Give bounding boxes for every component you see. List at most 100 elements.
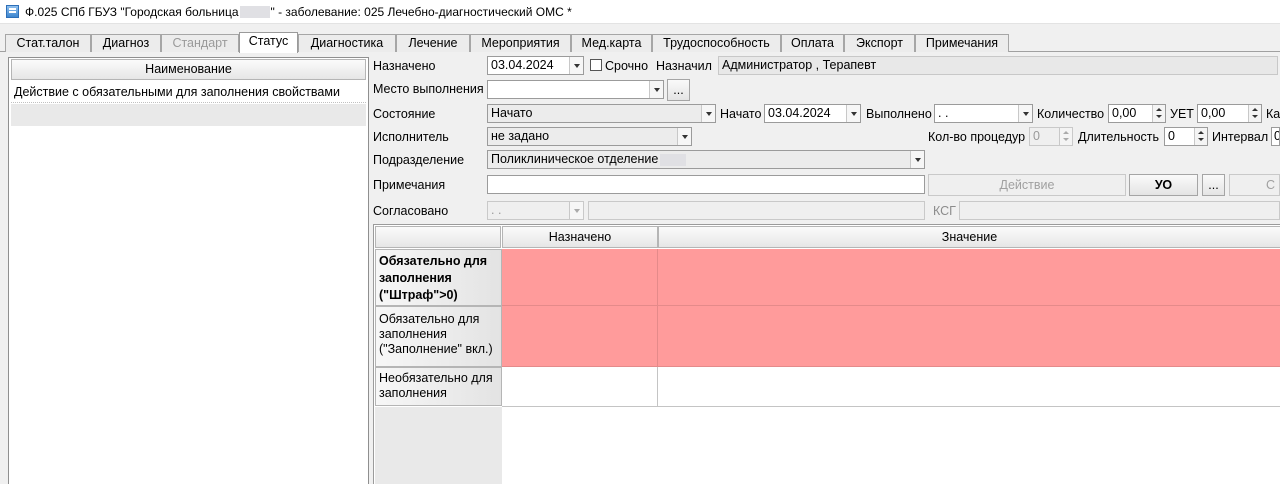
department-select[interactable]: Поликлиническое отделение <box>487 150 925 169</box>
uet-label: УЕТ <box>1170 107 1194 121</box>
started-date-picker[interactable]: 03.04.2024 <box>764 104 861 123</box>
cell-optional-assigned[interactable] <box>502 367 658 407</box>
duration-label: Длительность <box>1078 130 1160 144</box>
column-header-assigned[interactable]: Назначено <box>502 226 658 248</box>
tab-standard[interactable]: Стандарт <box>161 34 239 52</box>
approved-date-value: . . <box>491 203 502 217</box>
chevron-down-icon[interactable] <box>846 105 860 122</box>
cell-required-fill-assigned[interactable] <box>502 306 658 367</box>
started-label: Начато <box>720 107 762 121</box>
department-label: Подразделение <box>373 153 465 167</box>
column-header-value[interactable]: Значение <box>658 226 1280 248</box>
approved-text-field <box>588 201 925 220</box>
chevron-down-icon[interactable] <box>569 57 583 74</box>
tab-stat-talon[interactable]: Стат.талон <box>5 34 91 52</box>
cell-required-penalty-value[interactable] <box>658 249 1280 306</box>
window-title-bar: Ф.025 СПб ГБУЗ "Городская больница " - за… <box>0 0 1280 24</box>
urgent-label: Срочно <box>605 59 649 73</box>
tab-med-card[interactable]: Мед.карта <box>571 34 652 52</box>
chevron-down-icon[interactable] <box>910 151 924 168</box>
redacted-block <box>660 153 687 166</box>
chevron-down-icon[interactable] <box>677 128 691 145</box>
spin-arrows-icon[interactable] <box>1152 105 1165 122</box>
procedures-stepper: 0 <box>1029 127 1073 146</box>
urgent-checkbox[interactable] <box>590 59 602 71</box>
uet-stepper[interactable]: 0,00 <box>1197 104 1262 123</box>
window-title-suffix: " - заболевание: 025 Лечебно-диагностиче… <box>270 4 572 19</box>
state-value: Начато <box>491 106 533 120</box>
chevron-down-icon <box>569 202 583 219</box>
list-item[interactable]: Действие с обязательными для заполнения … <box>11 81 366 103</box>
duration-value: 0 <box>1168 129 1175 143</box>
action-button[interactable]: Действие <box>928 174 1126 196</box>
uo-button[interactable]: УО <box>1129 174 1198 196</box>
tab-status[interactable]: Статус <box>239 32 298 53</box>
actions-list-panel: Наименование Действие с обязательными дл… <box>8 57 369 484</box>
chevron-down-icon[interactable] <box>701 105 715 122</box>
quantity-stepper[interactable]: 0,00 <box>1108 104 1166 123</box>
assigned-label: Назначено <box>373 59 436 73</box>
started-date-value: 03.04.2024 <box>768 106 831 120</box>
done-label: Выполнено <box>866 107 932 121</box>
assigned-by-label: Назначил <box>656 59 712 73</box>
approved-label: Согласовано <box>373 204 449 218</box>
properties-grid: Назначено Значение Обязательно для запол… <box>373 224 1280 484</box>
row-header-optional: Необязательно для заполнения <box>375 367 502 406</box>
executor-value: не задано <box>491 129 550 143</box>
row-header-required-fill: Обязательно для заполнения ("Заполнение"… <box>375 306 502 367</box>
tab-activities[interactable]: Мероприятия <box>470 34 571 52</box>
list-empty-row <box>11 104 366 126</box>
duration-stepper[interactable]: 0 <box>1164 127 1208 146</box>
notes-label: Примечания <box>373 178 446 192</box>
cell-required-penalty-assigned[interactable] <box>502 249 658 306</box>
executor-select[interactable]: не задано <box>487 127 692 146</box>
quantity-value: 0,00 <box>1112 106 1137 120</box>
spin-arrows-icon <box>1059 128 1072 145</box>
tab-notes[interactable]: Примечания <box>915 34 1009 52</box>
place-browse-button[interactable]: ... <box>667 79 690 101</box>
assigned-by-field: Администратор , Терапевт <box>718 56 1278 75</box>
approved-date-picker: . . <box>487 201 584 220</box>
truncated-label: Ка <box>1266 107 1280 121</box>
place-select[interactable] <box>487 80 664 99</box>
redacted-block <box>239 5 270 18</box>
done-date-picker[interactable]: . . <box>934 104 1033 123</box>
spin-arrows-icon[interactable] <box>1248 105 1261 122</box>
more-button[interactable]: ... <box>1202 174 1225 196</box>
row-header-required-penalty: Обязательно для заполнения ("Штраф">0) <box>375 249 502 306</box>
tab-diagnostics[interactable]: Диагностика <box>298 34 396 52</box>
grid-empty-area <box>375 407 502 484</box>
quantity-label: Количество <box>1037 107 1105 121</box>
assigned-date-picker[interactable]: 03.04.2024 <box>487 56 584 75</box>
cell-required-fill-value[interactable] <box>658 306 1280 367</box>
chevron-down-icon[interactable] <box>1018 105 1032 122</box>
tab-work-capacity[interactable]: Трудоспособность <box>652 34 781 52</box>
app-window-icon <box>6 5 19 18</box>
cell-optional-value[interactable] <box>658 367 1280 407</box>
procedures-label: Кол-во процедур <box>928 130 1026 144</box>
ksg-field <box>959 201 1280 220</box>
extra-button[interactable]: С <box>1229 174 1280 196</box>
done-date-value: . . <box>938 106 949 120</box>
interval-label: Интервал <box>1212 130 1269 144</box>
tab-treatment[interactable]: Лечение <box>396 34 470 52</box>
notes-input[interactable] <box>487 175 925 194</box>
state-select[interactable]: Начато <box>487 104 716 123</box>
grid-corner-header <box>375 226 501 248</box>
state-label: Состояние <box>373 107 436 121</box>
executor-label: Исполнитель <box>373 130 449 144</box>
place-label: Место выполнения <box>373 82 484 96</box>
uet-value: 0,00 <box>1201 106 1226 120</box>
tab-diagnosis[interactable]: Диагноз <box>91 34 161 52</box>
tab-payment[interactable]: Оплата <box>781 34 844 52</box>
chevron-down-icon[interactable] <box>649 81 663 98</box>
tab-strip: Стат.талон Диагноз Стандарт Статус Диагн… <box>0 32 1280 53</box>
interval-field[interactable]: 0 <box>1271 127 1280 146</box>
window-title-prefix: Ф.025 СПб ГБУЗ "Городская больница <box>25 4 239 19</box>
ksg-label: КСГ <box>933 204 956 218</box>
spin-arrows-icon[interactable] <box>1194 128 1207 145</box>
column-header-name[interactable]: Наименование <box>11 59 366 80</box>
department-value: Поликлиническое отделение <box>491 152 659 166</box>
assigned-date-value: 03.04.2024 <box>491 58 554 72</box>
tab-export[interactable]: Экспорт <box>844 34 915 52</box>
